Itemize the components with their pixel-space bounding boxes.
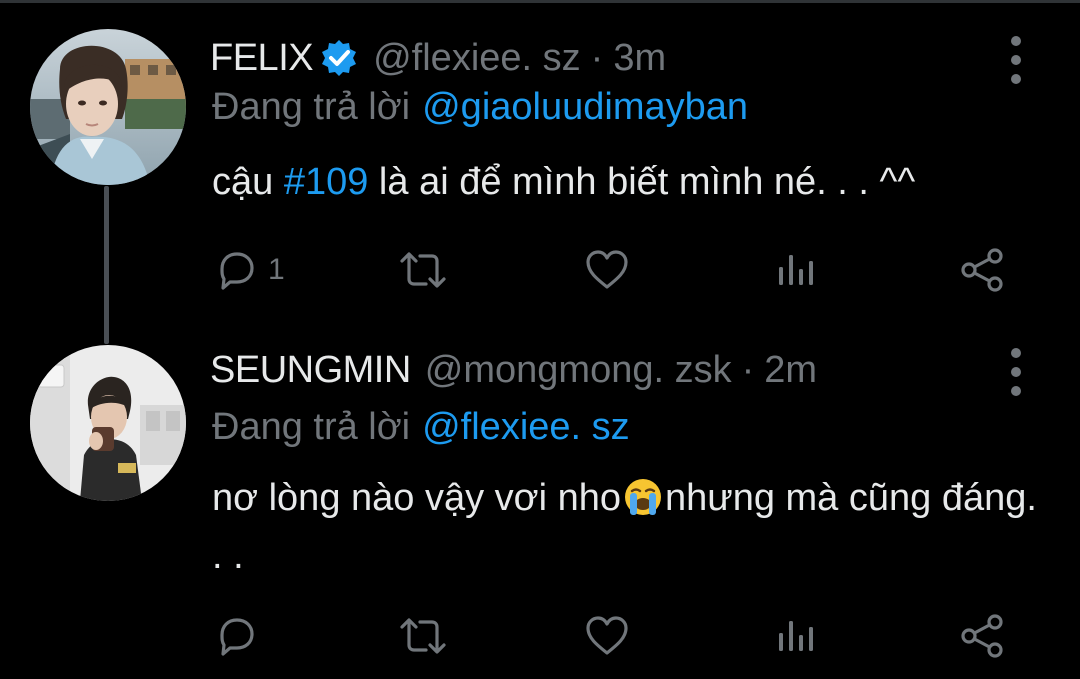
- retweet-button[interactable]: [398, 606, 448, 666]
- like-button[interactable]: [583, 240, 631, 300]
- handle[interactable]: @mongmong. zsk: [425, 349, 732, 392]
- display-name[interactable]: SEUNGMIN: [210, 349, 411, 392]
- separator: ·: [741, 348, 755, 391]
- more-options-icon[interactable]: [1004, 348, 1028, 396]
- tweet-felix[interactable]: FELIX @flexiee. sz · 3m Đang trả lời @gi…: [0, 0, 1080, 330]
- verified-badge-icon: [319, 38, 359, 78]
- more-options-icon[interactable]: [1004, 36, 1028, 84]
- replying-to: Đang trả lời @flexiee. sz: [212, 402, 630, 452]
- share-button[interactable]: [958, 240, 1006, 300]
- reply-icon: [214, 247, 260, 293]
- hashtag[interactable]: #109: [284, 161, 369, 203]
- analytics-icon: [774, 613, 818, 659]
- reply-mention[interactable]: @flexiee. sz: [422, 406, 630, 449]
- tweet-seungmin[interactable]: SEUNGMIN @mongmong. zsk · 2m Đang trả lờ…: [0, 330, 1080, 679]
- like-icon: [583, 247, 631, 293]
- share-icon: [958, 246, 1006, 294]
- loudly-crying-face-emoji: [622, 476, 664, 518]
- action-bar: 1: [0, 240, 1080, 300]
- reply-icon: [214, 613, 260, 659]
- reply-button[interactable]: 1: [214, 240, 285, 300]
- text-before: cậu: [212, 161, 284, 203]
- timestamp[interactable]: 3m: [613, 37, 666, 80]
- reply-prefix: Đang trả lời: [212, 405, 411, 448]
- handle[interactable]: @flexiee. sz: [373, 37, 581, 80]
- tweet-header: SEUNGMIN @mongmong. zsk · 2m: [210, 342, 817, 398]
- text-after: là ai để mình biết mình né. . . ^^: [368, 161, 916, 203]
- like-icon: [583, 613, 631, 659]
- reply-button[interactable]: [214, 606, 268, 666]
- avatar[interactable]: [30, 29, 186, 185]
- reply-count: 1: [268, 253, 285, 286]
- avatar[interactable]: [30, 345, 186, 501]
- action-bar: [0, 606, 1080, 666]
- replying-to: Đang trả lời @giaoluudimayban: [212, 82, 748, 132]
- display-name[interactable]: FELIX: [210, 37, 314, 80]
- share-button[interactable]: [958, 606, 1006, 666]
- retweet-button[interactable]: [398, 240, 448, 300]
- analytics-icon: [774, 247, 818, 293]
- retweet-icon: [398, 247, 448, 293]
- tweet-header: FELIX @flexiee. sz · 3m: [210, 30, 666, 86]
- analytics-button[interactable]: [774, 240, 818, 300]
- retweet-icon: [398, 613, 448, 659]
- timestamp[interactable]: 2m: [764, 349, 817, 392]
- tweet-text: cậu #109 là ai để mình biết mình né. . .…: [212, 153, 1052, 211]
- text-before: nơ lòng nào vậy vơi nho: [212, 477, 621, 519]
- analytics-button[interactable]: [774, 606, 818, 666]
- separator: ·: [590, 36, 604, 79]
- reply-prefix: Đang trả lời: [212, 85, 411, 128]
- tweet-text: nơ lòng nào vậy vơi nho nhưng mà cũng đá…: [212, 469, 1052, 585]
- reply-mention[interactable]: @giaoluudimayban: [422, 86, 748, 129]
- like-button[interactable]: [583, 606, 631, 666]
- share-icon: [958, 612, 1006, 660]
